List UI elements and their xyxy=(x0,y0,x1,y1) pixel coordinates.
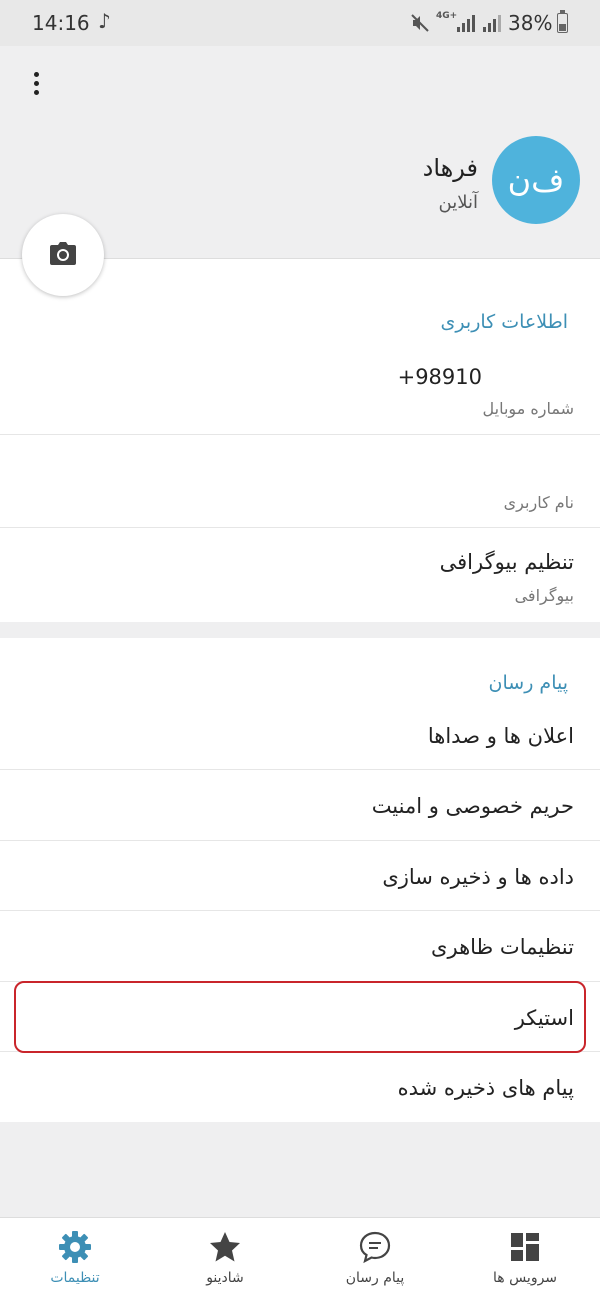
avatar[interactable]: ف‌ن xyxy=(492,136,580,224)
nav-label-services: سرویس ها xyxy=(492,1270,558,1286)
signal-icon-2 xyxy=(482,13,504,37)
settings-item-label: اعلان ها و صداها xyxy=(427,724,574,748)
settings-item-label: پیام های ذخیره شده xyxy=(397,1076,574,1100)
section-title-user-info: اطلاعات کاربری xyxy=(440,311,568,333)
username-row[interactable]: نام کاربری xyxy=(0,435,600,528)
settings-item-privacy[interactable]: حریم خصوصی و امنیت xyxy=(0,770,600,841)
nav-item-settings[interactable]: تنظیمات xyxy=(0,1218,150,1300)
settings-item-label: حریم خصوصی و امنیت xyxy=(371,794,574,818)
section-title-messenger: پیام رسان xyxy=(488,672,568,694)
network-type: 4G+ xyxy=(436,11,458,21)
bio-title: تنظیم بیوگرافی xyxy=(439,550,574,574)
more-options-icon[interactable] xyxy=(24,72,48,102)
status-bar: 14:16 ♪ 4G+ 38% xyxy=(0,0,600,46)
camera-button[interactable] xyxy=(22,214,104,296)
nav-label-shadino: شادینو xyxy=(206,1270,244,1286)
battery-icon xyxy=(557,10,568,33)
star-icon xyxy=(210,1232,240,1262)
user-info-card: اطلاعات کاربری +98910 شماره موبایل نام ک… xyxy=(0,258,600,622)
nav-label-messenger: پیام رسان xyxy=(345,1270,405,1286)
settings-item-data-storage[interactable]: داده ها و ذخیره سازی xyxy=(0,841,600,911)
settings-item-label: داده ها و ذخیره سازی xyxy=(382,865,574,889)
phone-label: شماره موبایل xyxy=(482,399,574,418)
bio-label: بیوگرافی xyxy=(514,586,574,605)
status-time: 14:16 xyxy=(32,11,90,35)
user-status: آنلاین xyxy=(438,192,478,213)
settings-item-appearance[interactable]: تنظیمات ظاهری xyxy=(0,911,600,982)
battery-percent: 38% xyxy=(508,11,553,35)
selection-highlight xyxy=(14,981,586,1053)
nav-item-services[interactable]: سرویس ها xyxy=(450,1218,600,1300)
signal-icon xyxy=(456,13,478,37)
user-name: فرهاد xyxy=(422,154,478,182)
music-note-icon: ♪ xyxy=(98,9,111,33)
settings-item-saved-messages[interactable]: پیام های ذخیره شده xyxy=(0,1052,600,1122)
bottom-nav: تنظیمات شادینو پیام رسان سرویس ها xyxy=(0,1217,600,1300)
bio-row[interactable]: تنظیم بیوگرافی بیوگرافی xyxy=(0,528,600,622)
nav-item-shadino[interactable]: شادینو xyxy=(150,1218,300,1300)
gear-icon xyxy=(59,1231,91,1263)
grid-icon xyxy=(511,1233,539,1261)
mute-icon xyxy=(410,13,430,37)
camera-icon xyxy=(50,242,76,265)
nav-label-settings: تنظیمات xyxy=(50,1270,100,1286)
phone-number: +98910 xyxy=(397,365,482,389)
username-label: نام کاربری xyxy=(503,493,574,512)
phone-row[interactable]: +98910 شماره موبایل xyxy=(0,351,600,435)
settings-item-notifications[interactable]: اعلان ها و صداها xyxy=(0,710,600,770)
settings-item-label: تنظیمات ظاهری xyxy=(431,935,574,959)
messenger-settings-card: پیام رسان اعلان ها و صداها حریم خصوصی و … xyxy=(0,638,600,1122)
chat-bubble-icon xyxy=(359,1231,391,1264)
nav-item-messenger[interactable]: پیام رسان xyxy=(300,1218,450,1300)
